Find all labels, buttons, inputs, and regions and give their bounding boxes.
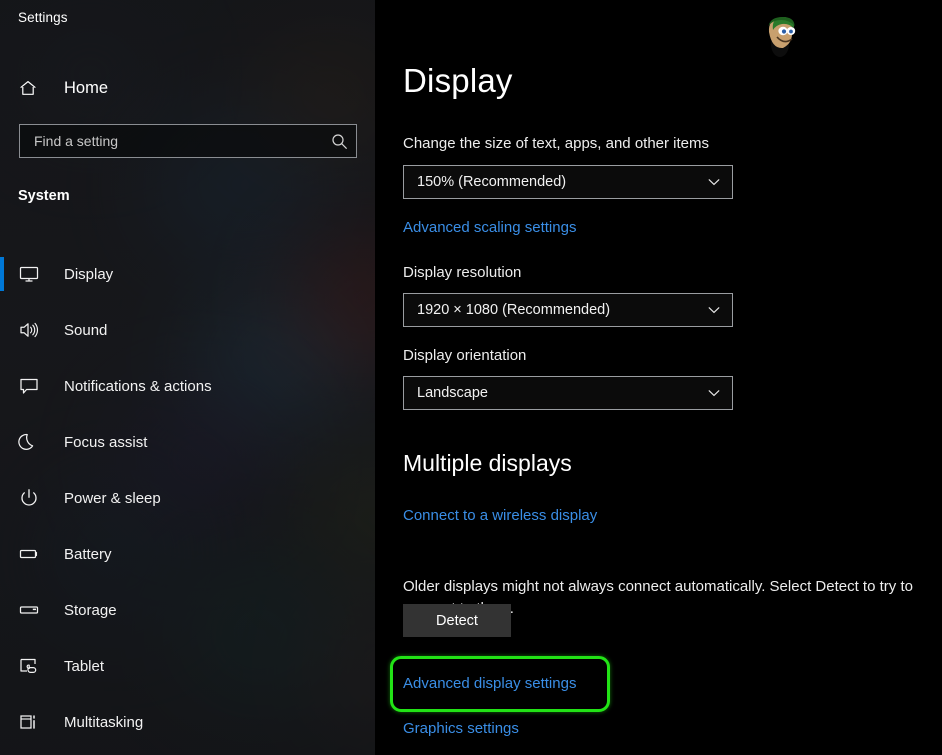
monitor-icon (18, 263, 46, 285)
moon-icon (18, 431, 46, 453)
chevron-down-icon (706, 302, 722, 318)
power-icon (18, 487, 46, 509)
orientation-value: Landscape (417, 385, 488, 401)
tablet-icon (18, 655, 46, 677)
sidebar-item-label: Display (64, 266, 113, 283)
main-content: Display Change the size of text, apps, a… (375, 0, 942, 755)
sidebar-item-sound[interactable]: Sound (0, 302, 375, 358)
search-icon[interactable] (322, 133, 356, 150)
sidebar-item-label: Home (64, 79, 108, 98)
app-title: Settings (18, 10, 68, 25)
sidebar-item-focus-assist[interactable]: Focus assist (0, 414, 375, 470)
sidebar: Settings Home (0, 0, 375, 755)
sidebar-item-label: Notifications & actions (64, 378, 212, 395)
search-box[interactable] (19, 124, 357, 158)
notification-icon (18, 375, 46, 397)
sidebar-item-notifications[interactable]: Notifications & actions (0, 358, 375, 414)
chevron-down-icon (706, 174, 722, 190)
sidebar-item-storage[interactable]: Storage (0, 582, 375, 638)
sidebar-item-home[interactable]: Home (0, 70, 375, 106)
sidebar-nav-list: Display Sound (0, 246, 375, 750)
graphics-settings-link[interactable]: Graphics settings (403, 720, 519, 737)
speaker-icon (18, 319, 46, 341)
sidebar-item-power-sleep[interactable]: Power & sleep (0, 470, 375, 526)
sidebar-item-label: Focus assist (64, 434, 147, 451)
search-input[interactable] (20, 125, 322, 157)
battery-icon (18, 543, 46, 565)
orientation-label: Display orientation (403, 347, 526, 364)
sidebar-item-label: Battery (64, 546, 112, 563)
sidebar-section-label: System (18, 188, 70, 204)
resolution-dropdown[interactable]: 1920 × 1080 (Recommended) (403, 293, 733, 327)
sidebar-item-multitasking[interactable]: Multitasking (0, 694, 375, 750)
storage-icon (18, 599, 46, 621)
advanced-scaling-settings-link[interactable]: Advanced scaling settings (403, 219, 576, 236)
orientation-dropdown[interactable]: Landscape (403, 376, 733, 410)
settings-window: Settings Home (0, 0, 942, 755)
home-icon (18, 78, 46, 98)
sidebar-item-tablet[interactable]: Tablet (0, 638, 375, 694)
advanced-display-settings-link[interactable]: Advanced display settings (403, 675, 576, 692)
sidebar-item-label: Multitasking (64, 714, 143, 731)
page-title: Display (403, 62, 513, 100)
sidebar-item-label: Sound (64, 322, 107, 339)
sidebar-item-battery[interactable]: Battery (0, 526, 375, 582)
scale-label: Change the size of text, apps, and other… (403, 135, 709, 152)
chevron-down-icon (706, 385, 722, 401)
resolution-label: Display resolution (403, 264, 521, 281)
resolution-value: 1920 × 1080 (Recommended) (417, 302, 610, 318)
scale-value: 150% (Recommended) (417, 174, 566, 190)
multiple-displays-heading: Multiple displays (403, 450, 572, 477)
sidebar-item-label: Storage (64, 602, 117, 619)
detect-button[interactable]: Detect (403, 604, 511, 637)
sidebar-item-label: Tablet (64, 658, 104, 675)
scale-dropdown[interactable]: 150% (Recommended) (403, 165, 733, 199)
wireless-display-link[interactable]: Connect to a wireless display (403, 507, 597, 524)
sidebar-item-display[interactable]: Display (0, 246, 375, 302)
multitasking-icon (18, 711, 46, 733)
cartoon-avatar-icon (753, 4, 809, 60)
sidebar-item-label: Power & sleep (64, 490, 161, 507)
